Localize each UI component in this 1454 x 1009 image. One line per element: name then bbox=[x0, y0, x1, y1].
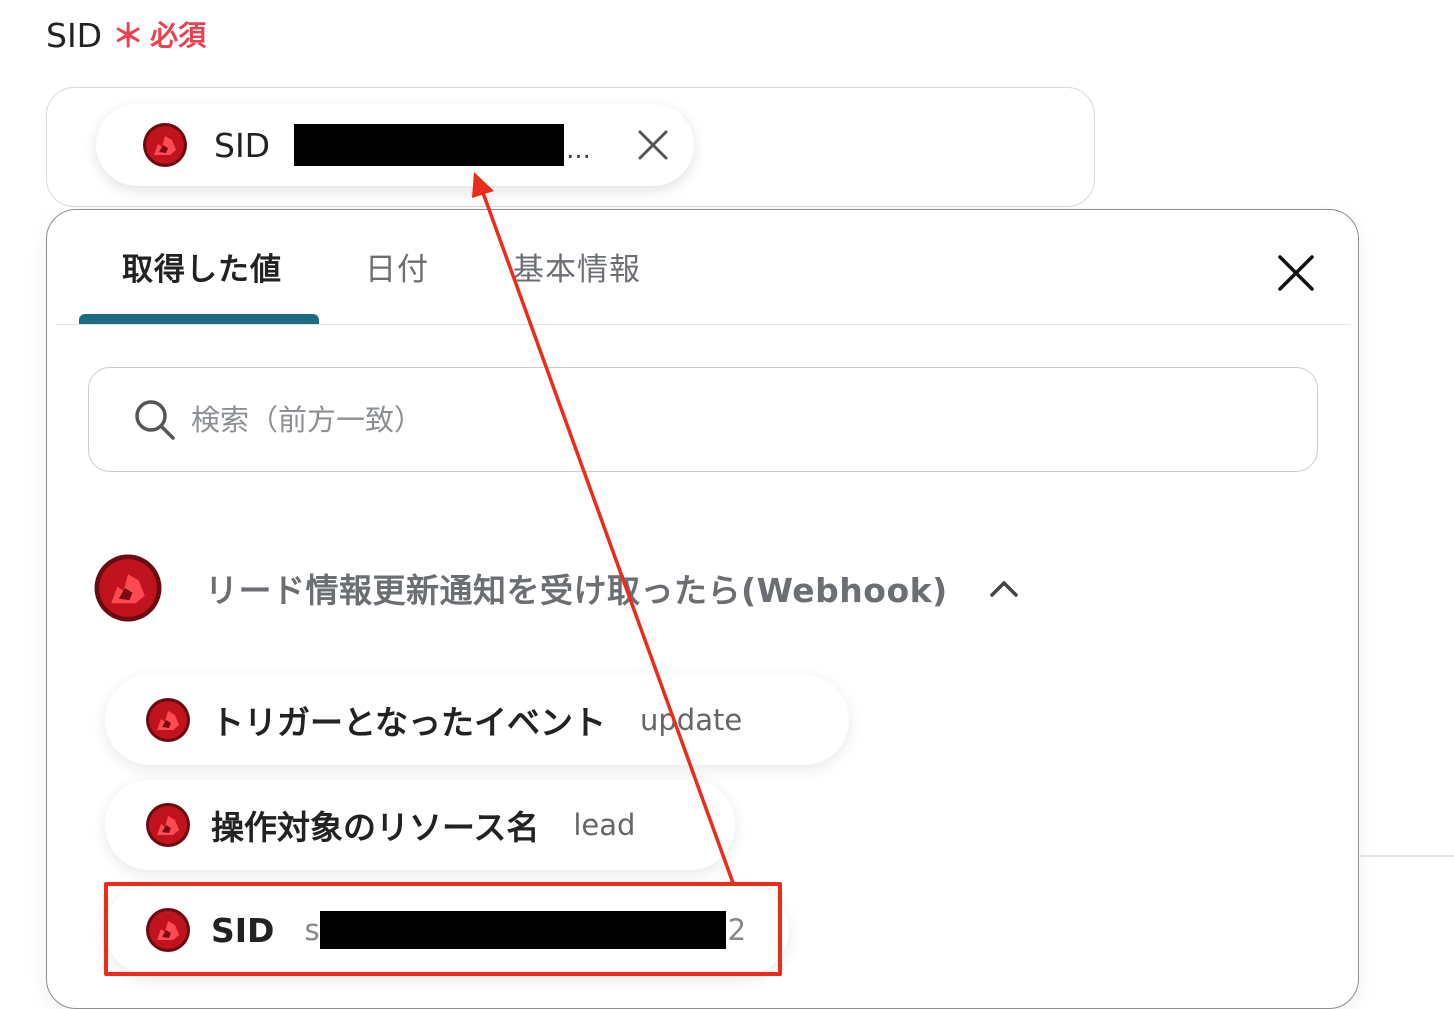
app-avatar-icon bbox=[146, 698, 190, 742]
tab-date[interactable]: 日付 bbox=[365, 250, 429, 290]
selected-value-chip[interactable]: SID ... bbox=[96, 104, 694, 186]
search-input[interactable] bbox=[189, 401, 1189, 438]
tab-basic-info[interactable]: 基本情報 bbox=[513, 250, 641, 290]
tab-retrieved-values[interactable]: 取得した値 bbox=[122, 250, 282, 290]
required-text: 必須 bbox=[150, 19, 207, 52]
search-box bbox=[88, 367, 1318, 472]
tab-bar: 取得した値 日付 基本情報 bbox=[55, 210, 1351, 325]
chevron-up-icon[interactable] bbox=[988, 577, 1020, 599]
item-label: トリガーとなったイベント bbox=[211, 703, 607, 742]
active-tab-indicator bbox=[79, 314, 319, 324]
section-title: リード情報更新通知を受け取ったら(Webhook) bbox=[205, 571, 948, 610]
trigger-section-header[interactable]: リード情報更新通知を受け取ったら(Webhook) bbox=[93, 553, 1020, 623]
chip-remove-close-icon[interactable] bbox=[636, 128, 670, 162]
redacted-value bbox=[294, 124, 565, 166]
value-item-resource-name[interactable]: 操作対象のリソース名 lead bbox=[105, 780, 735, 870]
app-avatar-icon bbox=[146, 803, 190, 847]
required-star: ＊ bbox=[112, 17, 145, 55]
item-value: update bbox=[640, 703, 743, 737]
search-icon bbox=[135, 399, 175, 440]
field-label: SID ＊ 必須 bbox=[46, 14, 206, 58]
field-label-text: SID bbox=[46, 16, 103, 55]
value-item-trigger-event[interactable]: トリガーとなったイベント update bbox=[105, 675, 849, 765]
item-label: 操作対象のリソース名 bbox=[211, 808, 540, 847]
panel-close-icon[interactable] bbox=[1277, 254, 1315, 292]
item-value: lead bbox=[573, 808, 636, 842]
background-divider bbox=[1360, 855, 1454, 857]
chip-ellipsis: ... bbox=[566, 135, 591, 165]
app-avatar-icon bbox=[94, 554, 162, 622]
app-avatar-icon bbox=[143, 123, 187, 167]
chip-label: SID bbox=[214, 125, 271, 165]
annotation-highlight-box bbox=[104, 882, 782, 976]
